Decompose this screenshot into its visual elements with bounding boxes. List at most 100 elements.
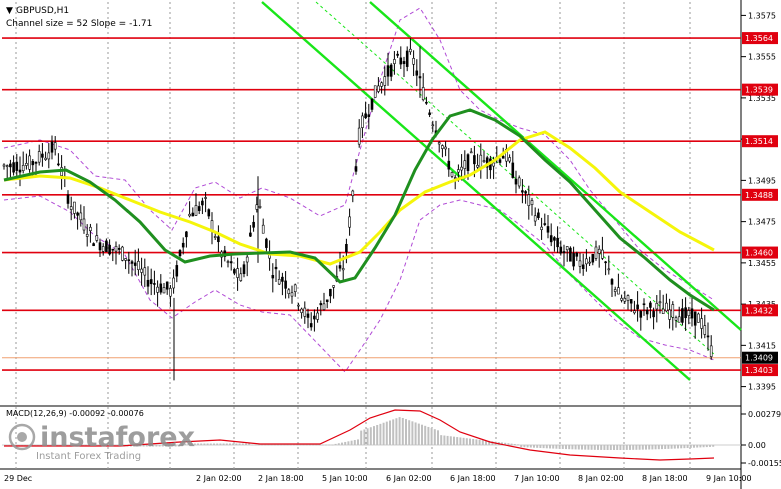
macd-histogram-bar — [270, 444, 273, 446]
macd-histogram-bar — [558, 445, 561, 449]
macd-histogram-bar — [680, 445, 683, 449]
candle-body — [421, 87, 425, 101]
macd-histogram-bar — [507, 443, 510, 445]
candle-body — [303, 307, 307, 317]
macd-histogram-bar — [542, 445, 545, 449]
macd-histogram-bar — [405, 419, 407, 445]
candle-body — [511, 162, 515, 178]
time-tick-label: 8 Jan 18:00 — [642, 474, 688, 483]
candle-body — [265, 238, 268, 248]
chart-menu-arrow[interactable]: ▼ — [6, 6, 13, 16]
candle-body — [236, 268, 239, 278]
macd-histogram-bar — [597, 445, 599, 450]
candle-body — [591, 253, 595, 263]
time-tick-label: 6 Jan 18:00 — [450, 474, 496, 483]
macd-histogram-bar — [286, 444, 289, 446]
macd-histogram-bar — [209, 443, 212, 445]
candle-body — [226, 261, 230, 263]
candle-body — [44, 157, 47, 160]
chart-window: 0.00279 0.00 -0.00155 1.3575 1.3555 1.3535 1.… — [0, 0, 781, 489]
candle-body — [565, 246, 569, 251]
time-tick-label: 5 Jan 10:00 — [322, 474, 368, 483]
candle-body — [34, 162, 38, 164]
candle-body — [53, 142, 57, 150]
macd-histogram-bar — [251, 444, 254, 446]
macd-histogram-bar — [475, 439, 478, 445]
candle-body — [437, 142, 441, 145]
candle-body — [108, 244, 111, 255]
candle-body — [623, 298, 627, 302]
level-tag-label: 1.3460 — [745, 249, 773, 258]
candle-body — [2, 164, 6, 167]
candle-body — [645, 309, 649, 315]
candle-body — [492, 162, 495, 167]
macd-histogram-bar — [603, 445, 606, 450]
macd-histogram-bar — [369, 427, 372, 445]
candle-body — [73, 201, 76, 214]
macd-histogram-bar — [571, 445, 574, 450]
candle-body — [341, 268, 345, 271]
macd-histogram-bar — [456, 437, 459, 445]
candle-body — [111, 248, 115, 251]
candle-body — [114, 246, 118, 252]
macd-histogram-bar — [683, 445, 686, 449]
macd-histogram-bar — [203, 443, 206, 445]
candle-body — [297, 304, 300, 307]
candle-body — [700, 318, 703, 329]
candle-body — [338, 265, 342, 269]
candle-body — [153, 283, 156, 285]
candle-body — [239, 273, 243, 281]
candle-body — [377, 85, 380, 92]
macd-histogram-bar — [414, 422, 417, 445]
macd-histogram-bar — [350, 440, 353, 445]
macd-histogram-bar — [373, 426, 375, 445]
candle-body — [620, 297, 623, 301]
macd-histogram-bar — [478, 439, 481, 445]
time-tick-label: 2 Jan 02:00 — [196, 474, 242, 483]
price-tick-label: 1.3415 — [748, 341, 776, 350]
candle-body — [98, 242, 102, 251]
macd-histogram-bar — [341, 442, 343, 445]
candle-body — [364, 113, 367, 119]
level-tag-label: 1.3403 — [745, 366, 773, 375]
candle-body — [431, 124, 435, 127]
candle-body — [12, 162, 15, 173]
macd-histogram-bar — [673, 445, 676, 449]
candle-body — [383, 76, 387, 86]
macd-histogram-bar — [334, 443, 337, 445]
candle-body — [441, 145, 444, 149]
candle-body — [373, 85, 377, 98]
macd-histogram-bar — [385, 421, 388, 445]
macd-histogram-bar — [686, 445, 689, 449]
macd-histogram-bar — [657, 445, 660, 450]
macd-histogram-bar — [305, 444, 308, 446]
candle-body — [677, 316, 681, 323]
candle-body — [162, 287, 166, 294]
candle-body — [466, 154, 470, 171]
macd-histogram-bar — [289, 444, 292, 446]
candle-body — [201, 200, 204, 206]
candle-body — [693, 311, 697, 326]
candle-body — [18, 169, 22, 173]
macd-histogram-bar — [241, 443, 244, 445]
candle-body — [652, 311, 655, 318]
candle-body — [15, 161, 19, 171]
candle-body — [345, 243, 348, 253]
candle-body — [207, 209, 211, 217]
candle-body — [393, 59, 396, 64]
price-chart[interactable]: 0.002790.00-0.00155 1.35751.35551.35351.… — [0, 0, 781, 489]
macd-histogram-bar — [357, 439, 359, 445]
candle-body — [287, 289, 291, 294]
candle-body — [399, 57, 403, 65]
candle-body — [601, 249, 604, 259]
time-tick-label: 9 Jan 10:00 — [706, 474, 752, 483]
macd-histogram-bar — [622, 445, 625, 450]
candle-body — [191, 212, 195, 217]
macd-histogram-bar — [472, 438, 475, 445]
macd-histogram-bar — [273, 444, 276, 446]
macd-histogram-bar — [664, 445, 667, 449]
macd-histogram-bar — [600, 445, 603, 450]
candle-body — [5, 165, 9, 167]
candle-body — [21, 165, 25, 171]
current-price-tag-label: 1.3409 — [745, 354, 773, 363]
